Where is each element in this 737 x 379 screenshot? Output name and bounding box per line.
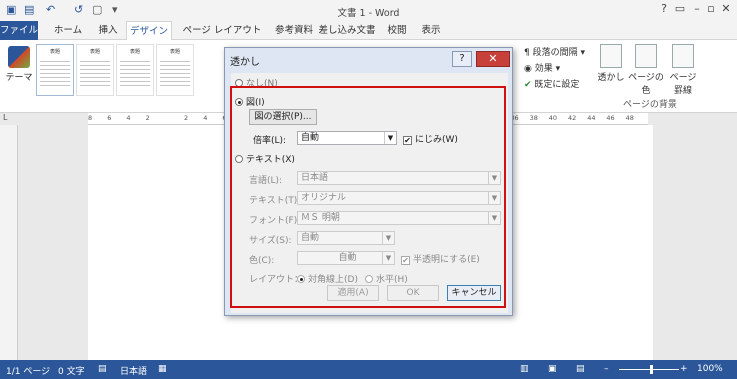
effects-label: 効果 xyxy=(534,64,553,74)
ruler-tick-label: 4 xyxy=(203,114,208,122)
print-layout-icon[interactable]: ▣ xyxy=(548,364,557,374)
language-status[interactable]: 日本語 xyxy=(120,364,147,377)
zoom-in-icon[interactable]: + xyxy=(680,364,688,374)
page-borders-button[interactable]: ページ 罫線 xyxy=(668,44,698,96)
tab-home[interactable]: ホーム xyxy=(48,21,88,40)
effects-button[interactable]: ◉ 効果 ▾ xyxy=(524,61,560,74)
proofing-icon[interactable]: ▤ xyxy=(98,364,107,374)
ruler-tick-label: 8 xyxy=(88,114,93,122)
watermark-icon xyxy=(600,44,622,68)
word-count[interactable]: 0 文字 xyxy=(58,364,85,377)
web-layout-icon[interactable]: ▤ xyxy=(576,364,585,374)
ruler-tick-label: 48 xyxy=(625,114,634,122)
style-card[interactable]: 表題 xyxy=(36,44,74,96)
dialog-title: 透かし xyxy=(230,57,260,68)
page-background-group-label: ページの背景 xyxy=(623,100,677,110)
tab-insert[interactable]: 挿入 xyxy=(92,21,124,40)
page-color-icon xyxy=(635,44,657,68)
style-card-title: 表題 xyxy=(49,49,60,55)
themes-label: テーマ xyxy=(5,73,33,83)
tab-page-layout[interactable]: ページ レイアウト xyxy=(178,21,266,40)
tab-selector[interactable]: L xyxy=(3,113,17,125)
ribbon-tabs: ファイル ホーム 挿入 デザイン ページ レイアウト 参考資料 差し込み文書 校… xyxy=(0,21,737,60)
tab-view[interactable]: 表示 xyxy=(416,21,446,40)
tab-mailings[interactable]: 差し込み文書 xyxy=(314,21,380,40)
page-color-button[interactable]: ページの色 xyxy=(626,44,666,96)
style-set-gallery: 表題 表題 表題 表題 xyxy=(36,44,226,96)
watermark-label: 透かし xyxy=(597,73,625,83)
dialog-close-button[interactable]: ✕ xyxy=(476,51,510,67)
checkmark-icon: ✔ xyxy=(524,80,532,90)
tab-file[interactable]: ファイル xyxy=(0,21,38,40)
window-title: 文書 1 - Word xyxy=(337,8,400,19)
zoom-slider[interactable] xyxy=(619,369,679,370)
highlight-box xyxy=(230,86,506,308)
page-borders-icon xyxy=(672,44,694,68)
style-card[interactable]: 表題 xyxy=(76,44,114,96)
watermark-button[interactable]: 透かし xyxy=(597,44,625,83)
ruler-tick-label: 38 xyxy=(529,114,538,122)
ruler-tick-label: 4 xyxy=(126,114,131,122)
style-card-title: 表題 xyxy=(89,49,100,55)
vertical-ruler xyxy=(0,125,18,360)
style-card-title: 表題 xyxy=(129,49,140,55)
tab-design[interactable]: デザイン xyxy=(126,21,172,41)
page-borders-label-2: 罫線 xyxy=(673,86,692,96)
page-color-label: ページの色 xyxy=(628,73,664,96)
ruler-tick-label: 2 xyxy=(145,114,150,122)
set-default-button[interactable]: ✔ 既定に設定 xyxy=(524,77,579,90)
style-card[interactable]: 表題 xyxy=(156,44,194,96)
ruler-tick-label: 2 xyxy=(184,114,189,122)
set-default-label: 既定に設定 xyxy=(534,80,580,90)
zoom-out-icon[interactable]: – xyxy=(604,364,609,374)
read-mode-icon[interactable]: ▥ xyxy=(520,364,529,374)
style-card-title: 表題 xyxy=(169,49,180,55)
paragraph-spacing-button[interactable]: ¶ 段落の間隔 ▾ xyxy=(524,45,585,58)
ruler-tick-label: 44 xyxy=(587,114,596,122)
ruler-tick-label: 40 xyxy=(548,114,558,122)
themes-button[interactable]: テーマ xyxy=(4,42,34,83)
close-icon[interactable]: ✕ xyxy=(715,2,737,18)
dialog-help-button[interactable]: ? xyxy=(452,51,472,67)
page-count[interactable]: 1/1 ページ xyxy=(6,364,50,377)
status-bar: 1/1 ページ 0 文字 ▤ 日本語 ▦ ▥ ▣ ▤ – + 100% xyxy=(0,360,737,379)
title-bar: ▣ ▤ ↶ ↺ ▢ ▾ 文書 1 - Word ? ▭ – ▫ ✕ xyxy=(0,0,737,21)
zoom-level[interactable]: 100% xyxy=(697,364,723,374)
ruler-tick-label: 6 xyxy=(107,114,112,122)
tab-references[interactable]: 参考資料 xyxy=(270,21,318,40)
macro-icon[interactable]: ▦ xyxy=(158,364,167,374)
ruler-tick-label: 42 xyxy=(568,114,577,122)
themes-icon xyxy=(8,46,30,68)
style-card[interactable]: 表題 xyxy=(116,44,154,96)
page-borders-label-1: ページ xyxy=(669,73,697,83)
zoom-slider-thumb[interactable] xyxy=(650,365,653,374)
paragraph-spacing-label: 段落の間隔 xyxy=(532,48,578,58)
tab-review[interactable]: 校閲 xyxy=(382,21,412,40)
ruler-tick-label: 46 xyxy=(606,114,615,122)
